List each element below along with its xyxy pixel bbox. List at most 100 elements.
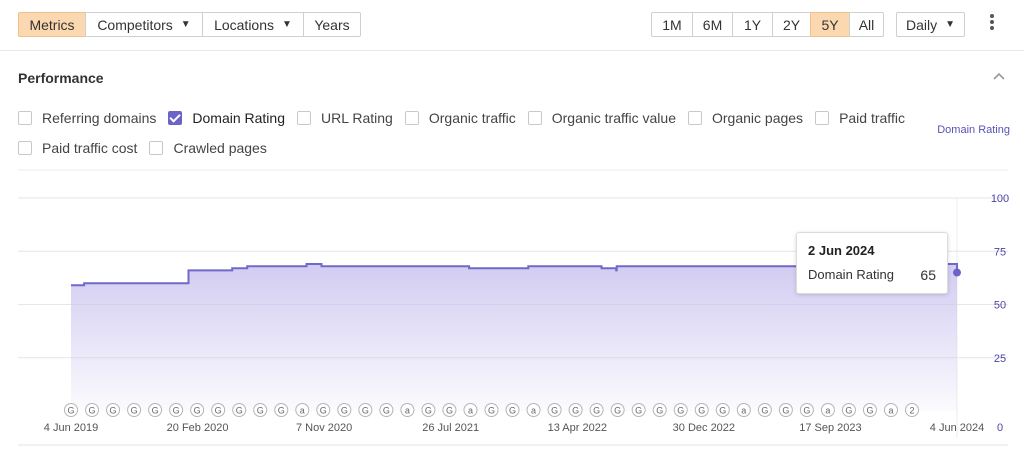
y-tick-label: 100 xyxy=(991,193,1009,205)
annotation-label: G xyxy=(236,406,243,416)
annotation-label: G xyxy=(551,406,558,416)
annotation-label: 2 xyxy=(909,406,914,416)
annotation-label: G xyxy=(719,406,726,416)
annotation-marker: G xyxy=(232,403,247,417)
annotation-label: a xyxy=(300,406,305,416)
annotation-marker: G xyxy=(652,403,667,417)
annotation-marker: G xyxy=(673,403,688,417)
y-tick-label: 50 xyxy=(994,300,1006,312)
annotation-label: G xyxy=(761,406,768,416)
annotation-marker: G xyxy=(442,403,457,417)
x-tick-label: 4 Jun 2024 xyxy=(930,422,984,434)
annotation-label: a xyxy=(531,406,536,416)
tooltip-date: 2 Jun 2024 xyxy=(808,243,875,258)
annotation-label: G xyxy=(173,406,180,416)
annotation-marker: a xyxy=(883,403,898,417)
annotation-label: G xyxy=(845,406,852,416)
annotation-label: G xyxy=(341,406,348,416)
annotation-marker: a xyxy=(526,403,541,417)
annotation-label: G xyxy=(278,406,285,416)
x-tick-label: 17 Sep 2023 xyxy=(799,422,861,434)
annotation-label: G xyxy=(866,406,873,416)
chart-tooltip: 2 Jun 2024 Domain Rating 65 xyxy=(796,232,948,294)
annotation-marker: G xyxy=(484,403,499,417)
annotation-marker: 2 xyxy=(905,403,919,417)
annotation-marker: G xyxy=(379,403,394,417)
annotation-marker: G xyxy=(757,403,772,417)
annotation-label: G xyxy=(257,406,264,416)
annotation-marker: G xyxy=(85,403,100,417)
annotation-marker: G xyxy=(253,403,268,417)
annotation-label: G xyxy=(383,406,390,416)
annotation-label: G xyxy=(110,406,117,416)
annotation-label: G xyxy=(194,406,201,416)
annotation-marker: G xyxy=(190,403,205,417)
annotation-label: G xyxy=(803,406,810,416)
annotation-label: G xyxy=(89,406,96,416)
y-tick-label: 25 xyxy=(994,353,1006,365)
annotation-marker: G xyxy=(358,403,373,417)
annotation-marker: G xyxy=(547,403,562,417)
annotation-marker: G xyxy=(505,403,520,417)
annotation-label: a xyxy=(888,406,893,416)
annotation-marker: a xyxy=(295,403,310,417)
annotation-marker: a xyxy=(400,403,415,417)
annotation-marker: G xyxy=(106,403,121,417)
annotation-marker: G xyxy=(337,403,352,417)
y-tick-label: 75 xyxy=(994,246,1006,258)
annotation-label: G xyxy=(593,406,600,416)
annotation-marker: G xyxy=(631,403,646,417)
y-tick-label: 0 xyxy=(997,422,1003,434)
annotation-label: G xyxy=(488,406,495,416)
x-tick-label: 26 Jul 2021 xyxy=(422,422,479,434)
annotation-label: G xyxy=(614,406,621,416)
annotation-marker: a xyxy=(736,403,751,417)
annotation-marker: a xyxy=(463,403,478,417)
annotation-marker: G xyxy=(148,403,163,417)
annotation-marker: G xyxy=(778,403,793,417)
annotation-label: G xyxy=(67,406,74,416)
annotation-label: G xyxy=(131,406,138,416)
annotation-marker: G xyxy=(841,403,856,417)
annotation-label: G xyxy=(635,406,642,416)
series-marker xyxy=(953,268,961,277)
annotation-marker: G xyxy=(799,403,814,417)
annotation-label: G xyxy=(698,406,705,416)
annotation-marker: G xyxy=(421,403,436,417)
annotation-label: G xyxy=(572,406,579,416)
tooltip-value: 65 xyxy=(920,267,936,283)
annotation-marker: G xyxy=(274,403,289,417)
annotation-label: G xyxy=(446,406,453,416)
annotation-label: G xyxy=(656,406,663,416)
annotation-label: G xyxy=(782,406,789,416)
annotation-marker: G xyxy=(316,403,331,417)
domain-rating-chart[interactable]: G G G G G G G G G G Ga G G G Ga G Ga G Ga G G G G G G G G Ga G G Ga G Ga… xyxy=(0,0,1024,449)
annotation-label: G xyxy=(215,406,222,416)
annotation-label: G xyxy=(320,406,327,416)
x-tick-label: 20 Feb 2020 xyxy=(167,422,229,434)
annotation-label: a xyxy=(468,406,473,416)
annotation-marker: G xyxy=(862,403,877,417)
x-tick-label: 4 Jun 2019 xyxy=(44,422,98,434)
annotation-marker: G xyxy=(169,403,184,417)
annotation-label: a xyxy=(741,406,746,416)
annotation-marker: G xyxy=(610,403,625,417)
annotation-marker: G xyxy=(127,403,142,417)
annotation-label: a xyxy=(405,406,410,416)
annotation-label: G xyxy=(509,406,516,416)
annotation-marker: G xyxy=(568,403,583,417)
tooltip-metric: Domain Rating xyxy=(808,267,894,282)
annotation-label: a xyxy=(825,406,830,416)
annotation-label: G xyxy=(152,406,159,416)
annotation-marker: G xyxy=(211,403,226,417)
x-tick-label: 30 Dec 2022 xyxy=(673,422,735,434)
annotation-marker: G xyxy=(64,403,78,417)
x-tick-label: 7 Nov 2020 xyxy=(296,422,352,434)
annotation-marker: a xyxy=(820,403,835,417)
annotation-marker: G xyxy=(715,403,730,417)
x-tick-label: 13 Apr 2022 xyxy=(548,422,607,434)
annotation-label: G xyxy=(677,406,684,416)
annotation-marker: G xyxy=(589,403,604,417)
annotation-label: G xyxy=(362,406,369,416)
annotation-label: G xyxy=(425,406,432,416)
